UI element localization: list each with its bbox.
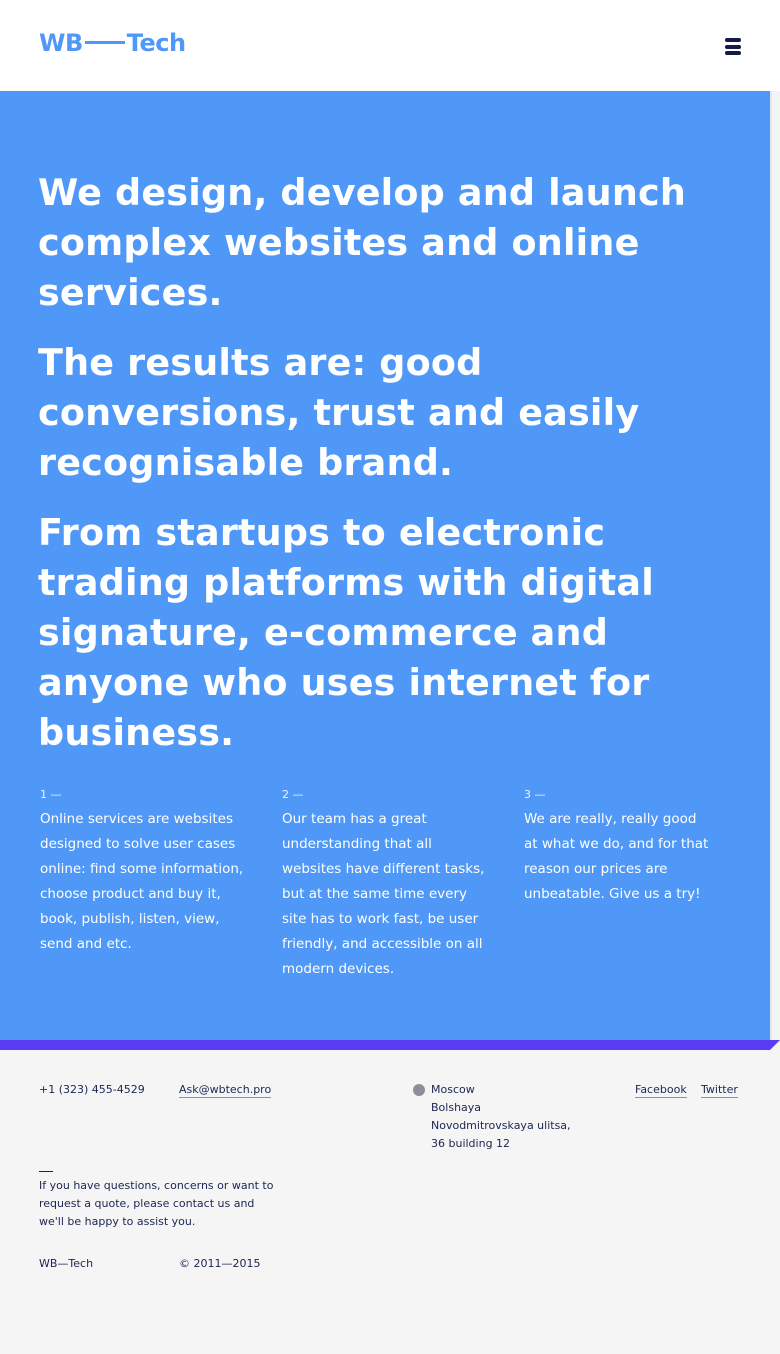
address-line: Moscow: [431, 1083, 475, 1096]
hero-section: We design, develop and launch complex we…: [0, 91, 770, 1041]
twitter-link[interactable]: Twitter: [701, 1081, 738, 1099]
email-link[interactable]: Ask@wbtech.pro: [179, 1081, 272, 1099]
address: Moscow Bolshaya Novodmitrovskaya ulitsa,…: [431, 1081, 591, 1153]
feature-column-1: 1 — Online services are websites designe…: [40, 788, 250, 957]
menu-bar: [725, 44, 741, 49]
feature-number: 1 —: [40, 788, 62, 801]
facebook-link[interactable]: Facebook: [635, 1081, 687, 1099]
hero-statement-3: From startups to electronic trading plat…: [38, 511, 654, 754]
logo-dash: [84, 40, 125, 44]
hero-statement-2: The results are: good conversions, trust…: [38, 341, 640, 484]
feature-number: 2 —: [282, 788, 304, 801]
feature-text: Online services are websites designed to…: [40, 811, 244, 952]
map-pin-icon: [413, 1084, 425, 1096]
feature-column-2: 2 — Our team has a great understanding t…: [282, 788, 494, 982]
logo-left-text: WB: [39, 29, 83, 57]
feature-text: Our team has a great understanding that …: [282, 811, 485, 977]
contact-note: If you have questions, concerns or want …: [39, 1179, 274, 1228]
note-divider: [39, 1171, 53, 1172]
accent-divider-corner: [770, 1040, 780, 1050]
address-line: Bolshaya: [431, 1101, 482, 1114]
logo-right-text: Tech: [126, 29, 186, 57]
site-footer: +1 (323) 455-4529 Ask@wbtech.pro Moscow …: [0, 1050, 780, 1354]
feature-number: 3 —: [524, 788, 546, 801]
twitter-link-text[interactable]: Twitter: [701, 1083, 738, 1098]
menu-bar: [725, 51, 741, 55]
phone-number[interactable]: +1 (323) 455-4529: [39, 1081, 145, 1099]
site-header: WB Tech: [0, 0, 780, 91]
feature-column-3: 3 — We are really, really good at what w…: [524, 788, 714, 907]
hamburger-menu-icon[interactable]: [725, 38, 741, 55]
menu-bar: [725, 38, 741, 42]
footer-brand: WB—Tech: [39, 1257, 94, 1270]
address-line: 36 building 12: [431, 1137, 511, 1150]
facebook-link-text[interactable]: Facebook: [635, 1083, 687, 1098]
address-line: Novodmitrovskaya ulitsa,: [431, 1119, 571, 1132]
accent-divider: [0, 1040, 770, 1050]
hero-statement-1: We design, develop and launch complex we…: [38, 171, 687, 314]
email-link-text[interactable]: Ask@wbtech.pro: [179, 1083, 272, 1098]
logo[interactable]: WB Tech: [39, 28, 186, 58]
copyright: © 2011—2015: [179, 1257, 261, 1270]
hero-side-shadow: [770, 91, 780, 1041]
feature-text: We are really, really good at what we do…: [524, 811, 709, 902]
